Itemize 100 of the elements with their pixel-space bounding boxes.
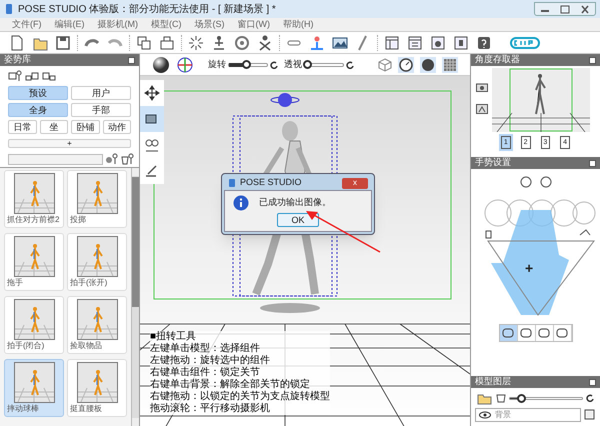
menu-item[interactable]: 窗口(W) [238, 18, 270, 32]
info-icon[interactable] [233, 195, 249, 211]
panel-title: 模型图层 [475, 375, 511, 388]
pose-thumbnail[interactable]: 抓住对方前襟2 [4, 170, 64, 228]
pose-gizmo-icon[interactable] [308, 34, 326, 52]
pose-preview-drawing [76, 173, 118, 214]
frame-icon[interactable] [158, 34, 176, 52]
pose-thumbnail[interactable]: 捡取物品 [67, 296, 127, 354]
cube-outline-icon[interactable] [378, 58, 392, 72]
picture-icon[interactable] [476, 104, 488, 114]
tab[interactable]: 手部 [71, 103, 131, 117]
planet-gizmo-icon[interactable] [270, 93, 300, 107]
pose-thumbnail[interactable]: 投掷 [67, 170, 127, 228]
slider-thumb[interactable] [516, 394, 526, 402]
copy-icon[interactable] [135, 34, 153, 52]
menu-item[interactable]: 场景(S) [194, 18, 224, 32]
move-arrows-icon[interactable] [143, 84, 161, 102]
panel-title: 姿势库 [4, 53, 31, 66]
close-button[interactable]: x [342, 178, 368, 188]
menu-item[interactable]: 帮助(H) [283, 18, 314, 32]
slider-thumb[interactable] [242, 60, 252, 68]
bin-icon[interactable] [496, 393, 506, 403]
slider-label: 旋转 [208, 58, 226, 71]
layer-name: 背景 [495, 409, 511, 421]
menu-item[interactable]: 摄影机(M) [98, 18, 138, 32]
eye-icon[interactable] [479, 411, 491, 419]
category-button[interactable]: 动作 [102, 120, 131, 134]
pose-label: 抓住对方前襟2 [6, 214, 60, 226]
search-field[interactable] [8, 154, 103, 164]
pose-thumbnail[interactable]: 拍手(闭合) [4, 296, 64, 354]
layer-settings-icon[interactable] [584, 409, 596, 421]
cross-mark: + [525, 261, 534, 275]
bin-figure-icon[interactable] [121, 153, 135, 165]
reset-icon[interactable] [586, 394, 594, 402]
pose-thumbnail[interactable]: 拍手(张开) [67, 233, 127, 291]
slider-thumb[interactable] [302, 60, 312, 68]
dialog-title: POSE STUDIO [240, 176, 303, 190]
help-text: 右键单击组件：锁定关节 [150, 367, 261, 378]
category-button[interactable]: 卧铺 [71, 120, 100, 134]
help-text: 右键单击背景：解除全部关节的锁定 [150, 379, 311, 390]
help-text: 左键单击模型：选择组件 [150, 343, 261, 354]
tab[interactable]: 全身 [8, 103, 68, 117]
pose-thumbnail[interactable]: 挺直腰板 [67, 359, 127, 417]
slider-track[interactable] [228, 62, 268, 66]
pose-preview-drawing [76, 299, 118, 340]
slider-track[interactable] [304, 62, 344, 66]
save-icon[interactable] [54, 34, 72, 52]
menu-item[interactable]: 编辑(E) [54, 18, 84, 32]
ok-button[interactable]: OK [277, 213, 319, 227]
pose-label: 挺直腰板 [69, 403, 102, 415]
panel-title: 角度存取器 [475, 53, 520, 66]
pose-label: 拍手(张开) [69, 277, 108, 289]
pose-preview-drawing [14, 236, 54, 277]
tab[interactable]: 用户 [71, 86, 131, 100]
panel-title: 手势设置 [475, 156, 511, 170]
camera-icon[interactable] [476, 82, 488, 92]
pose-thumbnail[interactable]: 拖手 [4, 233, 64, 291]
panel-toggle-icon[interactable] [589, 56, 596, 64]
dark-sphere-icon[interactable] [420, 56, 436, 72]
app-icon[interactable] [228, 178, 236, 188]
pose-thumbnail[interactable]: 摔动球棒 [4, 359, 64, 417]
pose-preview-drawing [76, 236, 118, 277]
pose-label: 投掷 [69, 214, 86, 226]
panel-toggle-icon[interactable] [128, 56, 135, 64]
category-button[interactable]: 日常 [8, 120, 36, 134]
add-button[interactable]: + [8, 139, 131, 148]
help-text: 拖动滚轮：平行移动摄影机 [150, 403, 271, 415]
burst-icon[interactable] [187, 34, 205, 52]
clock-icon[interactable] [398, 56, 414, 72]
clip-logo-icon[interactable] [510, 36, 540, 50]
panel-toggle-icon[interactable] [589, 160, 596, 166]
mesh-pattern-icon[interactable] [442, 56, 458, 72]
pose-preview-drawing [14, 299, 54, 340]
pose-preview-drawing [76, 362, 118, 403]
help-text: 右键拖动：以锁定的关节为支点旋转模型 [150, 391, 330, 402]
window-layout-icon[interactable] [383, 34, 401, 52]
menu-item[interactable]: 模型(C) [151, 18, 182, 32]
panel-toggle-icon[interactable] [589, 378, 596, 386]
reset-icon[interactable] [346, 60, 354, 68]
pose-preview-drawing [14, 362, 54, 403]
opacity-slider[interactable] [509, 396, 583, 400]
help-text: 左键拖动：旋转选中的组件 [150, 355, 271, 366]
scrollbar[interactable] [131, 168, 139, 426]
target-icon[interactable] [233, 34, 251, 52]
axis-gizmo-icon[interactable] [176, 56, 194, 74]
app-icon[interactable] [4, 3, 14, 15]
tab[interactable]: 预设 [8, 86, 68, 100]
globe-figure-icon[interactable] [105, 153, 119, 165]
pose-label: 捡取物品 [69, 340, 102, 352]
reset-icon[interactable] [270, 60, 278, 68]
panel-icon[interactable] [406, 34, 424, 52]
layer-row[interactable]: 背景 [475, 408, 581, 422]
category-button[interactable]: 坐 [40, 120, 68, 134]
pose-preview-drawing [14, 173, 54, 214]
pose-label: 摔动球棒 [6, 403, 39, 415]
dialog-message: 已成功输出图像。 [259, 196, 331, 210]
menu-item[interactable]: 文件(F) [12, 18, 42, 32]
pose-label: 拍手(闭合) [6, 340, 44, 352]
shaded-sphere-icon[interactable] [152, 56, 170, 74]
help-text: ■扭转工具 [150, 331, 198, 342]
